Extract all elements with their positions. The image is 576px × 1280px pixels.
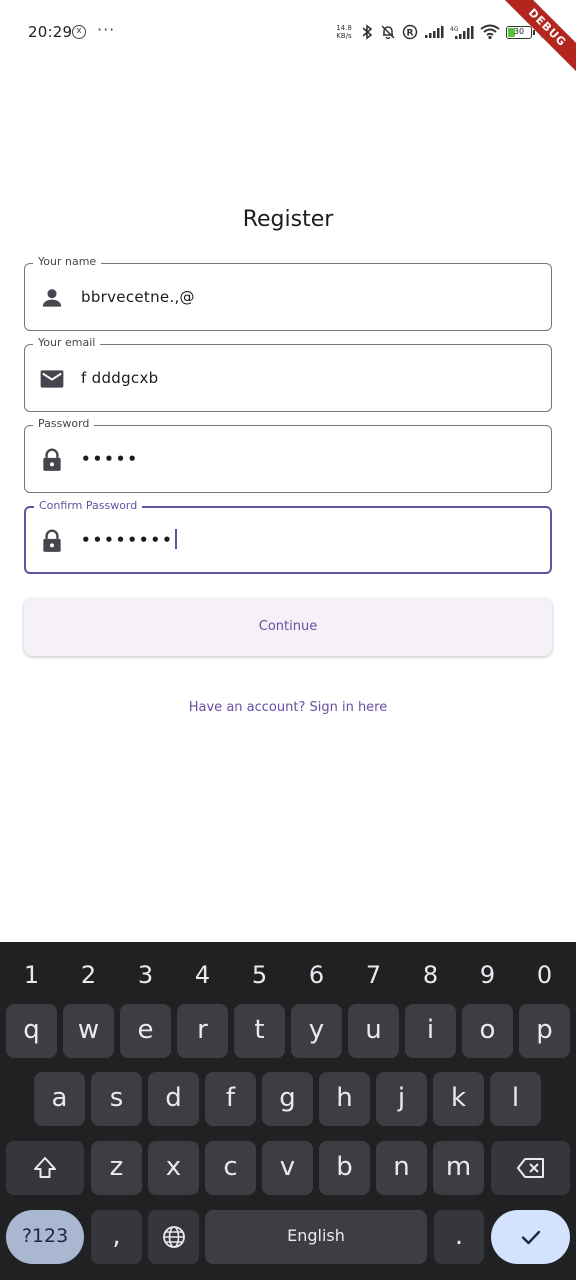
enter-key[interactable]: [491, 1210, 570, 1264]
lock-icon: [43, 448, 61, 471]
email-field-label: Your email: [33, 336, 101, 350]
person-icon: [42, 289, 62, 307]
key-s[interactable]: s: [91, 1072, 142, 1126]
shift-icon: [34, 1156, 56, 1178]
confirm-password-field-value: ••••••••: [81, 531, 174, 549]
bell-off-icon: [381, 25, 395, 40]
signal-4g-icon: 4G: [450, 26, 474, 39]
keyboard-number-row: 1 2 3 4 5 6 7 8 9 0: [0, 950, 576, 1000]
svg-text:4G: 4G: [450, 26, 459, 33]
key-t[interactable]: t: [234, 1004, 285, 1058]
key-v[interactable]: v: [262, 1141, 313, 1195]
key-k[interactable]: k: [433, 1072, 484, 1126]
name-field-value: bbrvecetne.,@: [81, 288, 195, 306]
key-period[interactable]: .: [434, 1210, 484, 1264]
soft-keyboard: 1 2 3 4 5 6 7 8 9 0 q w e r t y u i o p …: [0, 942, 576, 1280]
space-key[interactable]: English: [205, 1210, 427, 1264]
password-field-label: Password: [33, 417, 95, 431]
key-e[interactable]: e: [120, 1004, 171, 1058]
status-icons: 14.8 KB/s R 4G 30: [334, 20, 546, 44]
key-2[interactable]: 2: [60, 950, 117, 1000]
globe-icon: [162, 1225, 185, 1248]
name-field-label: Your name: [33, 255, 102, 269]
network-speed: 14.8 KB/s: [336, 24, 352, 40]
symbols-key[interactable]: ?123: [6, 1210, 84, 1264]
key-w[interactable]: w: [63, 1004, 114, 1058]
key-q[interactable]: q: [6, 1004, 57, 1058]
key-g[interactable]: g: [262, 1072, 313, 1126]
key-5[interactable]: 5: [231, 950, 288, 1000]
key-c[interactable]: c: [205, 1141, 256, 1195]
key-b[interactable]: b: [319, 1141, 370, 1195]
lock-icon: [43, 529, 61, 552]
key-7[interactable]: 7: [345, 950, 402, 1000]
bluetooth-icon: [362, 24, 373, 40]
key-n[interactable]: n: [376, 1141, 427, 1195]
page-title: Register: [242, 207, 334, 232]
key-9[interactable]: 9: [459, 950, 516, 1000]
battery-icon: 30: [506, 25, 535, 39]
email-field-value: f dddgcxb: [81, 369, 159, 387]
key-1[interactable]: 1: [3, 950, 60, 1000]
status-bar: 20:29 x ··· 14.8 KB/s R 4G 30: [0, 0, 576, 64]
key-f[interactable]: f: [205, 1072, 256, 1126]
key-3[interactable]: 3: [117, 950, 174, 1000]
password-field[interactable]: Password •••••: [24, 417, 552, 493]
key-a[interactable]: a: [34, 1072, 85, 1126]
confirm-password-field[interactable]: Confirm Password ••••••••: [24, 499, 552, 574]
backspace-icon: [516, 1157, 544, 1178]
key-8[interactable]: 8: [402, 950, 459, 1000]
key-4[interactable]: 4: [174, 950, 231, 1000]
key-p[interactable]: p: [519, 1004, 570, 1058]
key-comma[interactable]: ,: [91, 1210, 142, 1264]
battery-level: 30: [513, 26, 525, 36]
more-notifications-icon: ···: [97, 20, 116, 39]
key-6[interactable]: 6: [288, 950, 345, 1000]
status-time: 20:29: [28, 23, 73, 41]
text-caret: [174, 529, 177, 549]
wifi-icon: [480, 24, 500, 40]
notification-x-icon: x: [72, 25, 86, 39]
backspace-key[interactable]: [491, 1141, 570, 1195]
signal-icon: [425, 26, 444, 38]
email-field[interactable]: Your email f dddgcxb: [24, 336, 552, 412]
mail-icon: [40, 370, 64, 388]
signin-link[interactable]: Have an account? Sign in here: [0, 700, 576, 715]
continue-button[interactable]: Continue: [24, 598, 552, 656]
key-d[interactable]: d: [148, 1072, 199, 1126]
check-icon: [521, 1230, 540, 1244]
key-m[interactable]: m: [433, 1141, 484, 1195]
key-l[interactable]: l: [490, 1072, 541, 1126]
key-j[interactable]: j: [376, 1072, 427, 1126]
key-o[interactable]: o: [462, 1004, 513, 1058]
registered-icon: R: [402, 24, 418, 40]
shift-key[interactable]: [6, 1141, 84, 1195]
key-r[interactable]: r: [177, 1004, 228, 1058]
key-u[interactable]: u: [348, 1004, 399, 1058]
key-y[interactable]: y: [291, 1004, 342, 1058]
svg-text:R: R: [407, 29, 414, 39]
key-i[interactable]: i: [405, 1004, 456, 1058]
key-x[interactable]: x: [148, 1141, 199, 1195]
password-field-value: •••••: [81, 450, 139, 468]
key-h[interactable]: h: [319, 1072, 370, 1126]
confirm-password-value-wrap: ••••••••: [81, 529, 177, 551]
name-field[interactable]: Your name bbrvecetne.,@: [24, 255, 552, 331]
key-0[interactable]: 0: [516, 950, 573, 1000]
language-key[interactable]: [148, 1210, 199, 1264]
key-z[interactable]: z: [91, 1141, 142, 1195]
confirm-password-field-label: Confirm Password: [34, 499, 143, 513]
